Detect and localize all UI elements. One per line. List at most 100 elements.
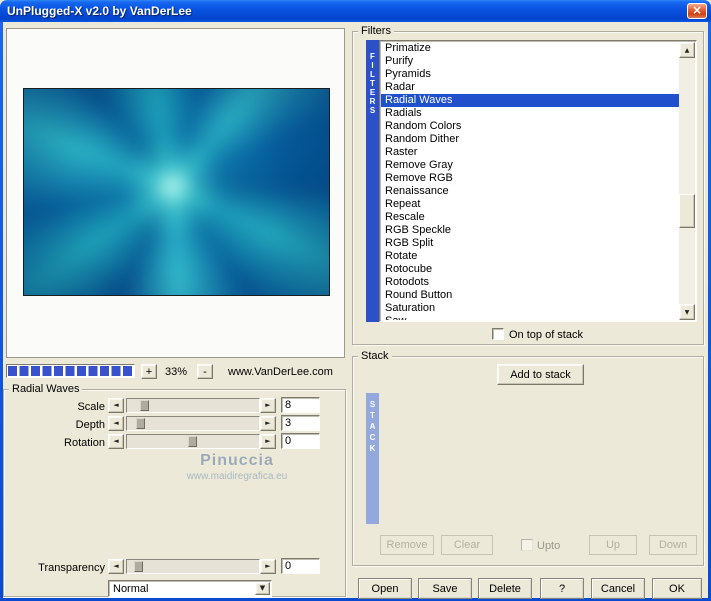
filter-list-item[interactable]: Radial Waves bbox=[381, 94, 679, 107]
close-icon: × bbox=[691, 3, 703, 17]
filter-list-item[interactable]: Rotocube bbox=[381, 263, 679, 276]
blend-mode-value: Normal bbox=[113, 583, 149, 595]
on-top-checkbox[interactable] bbox=[492, 328, 504, 340]
filter-list-item[interactable]: Random Colors bbox=[381, 120, 679, 133]
transparency-value-input[interactable] bbox=[281, 558, 320, 574]
minus-icon: - bbox=[203, 365, 207, 378]
window: UnPlugged-X v2.0 by VanDerLee × + 33% - … bbox=[0, 0, 711, 601]
filter-listbox: Primatize Purify Pyramids Radar Radial Waves… bbox=[379, 40, 697, 322]
window-title: UnPlugged-X v2.0 by VanDerLee bbox=[7, 4, 192, 18]
filter-list-item[interactable]: Raster bbox=[381, 146, 679, 159]
scale-slider-right-arrow[interactable]: ► bbox=[260, 398, 276, 413]
filter-list-item[interactable]: Renaissance bbox=[381, 185, 679, 198]
rotation-value-input[interactable] bbox=[281, 433, 320, 449]
clear-button[interactable]: Clear bbox=[441, 535, 493, 555]
preview-image[interactable] bbox=[23, 88, 330, 296]
filter-list-item[interactable]: Purify bbox=[381, 55, 679, 68]
cancel-button[interactable]: Cancel bbox=[591, 578, 645, 599]
scale-value-input[interactable] bbox=[281, 397, 320, 413]
filter-list-item[interactable]: Radials bbox=[381, 107, 679, 120]
on-top-label: On top of stack bbox=[509, 329, 583, 341]
group-radial-waves-label: Radial Waves bbox=[9, 383, 83, 395]
blend-mode-select[interactable]: Normal ▼ bbox=[108, 580, 272, 597]
filter-list-item[interactable]: Rescale bbox=[381, 211, 679, 224]
transparency-slider-left-arrow[interactable]: ◄ bbox=[108, 559, 124, 574]
rotation-slider-track[interactable] bbox=[126, 434, 260, 449]
filter-list-item[interactable]: Remove Gray bbox=[381, 159, 679, 172]
radial-waves-artwork bbox=[24, 89, 329, 295]
zoom-out-button[interactable]: - bbox=[197, 364, 213, 379]
rotation-slider-left-arrow[interactable]: ◄ bbox=[108, 434, 124, 449]
close-button[interactable]: × bbox=[687, 3, 707, 19]
transparency-slider-right-arrow[interactable]: ► bbox=[260, 559, 276, 574]
upto-checkbox[interactable] bbox=[521, 539, 533, 551]
depth-slider-track[interactable] bbox=[126, 416, 260, 431]
depth-label: Depth bbox=[75, 419, 105, 431]
left-arrow-icon: ◄ bbox=[113, 401, 119, 409]
depth-slider-right-arrow[interactable]: ► bbox=[260, 416, 276, 431]
stack-side-tab: STACK bbox=[366, 393, 379, 524]
transparency-slider-thumb[interactable] bbox=[134, 561, 143, 572]
titlebar: UnPlugged-X v2.0 by VanDerLee bbox=[0, 0, 711, 22]
scroll-down-button[interactable]: ▼ bbox=[679, 304, 695, 320]
filter-list-item[interactable]: Random Dither bbox=[381, 133, 679, 146]
zoom-level: 33% bbox=[164, 366, 188, 378]
ok-button[interactable]: OK bbox=[652, 578, 702, 599]
add-to-stack-button[interactable]: Add to stack bbox=[497, 364, 584, 385]
left-arrow-icon: ◄ bbox=[113, 437, 119, 445]
filter-list-item[interactable]: RGB Speckle bbox=[381, 224, 679, 237]
depth-slider-thumb[interactable] bbox=[136, 418, 145, 429]
depth-slider-left-arrow[interactable]: ◄ bbox=[108, 416, 124, 431]
preview-pane bbox=[6, 28, 345, 358]
render-progress-bar bbox=[6, 364, 135, 378]
filter-list-item[interactable]: Saw bbox=[381, 315, 679, 320]
up-button[interactable]: Up bbox=[589, 535, 637, 555]
vanderlee-link[interactable]: www.VanDerLee.com bbox=[228, 366, 333, 378]
filter-list-item[interactable]: Remove RGB bbox=[381, 172, 679, 185]
remove-button[interactable]: Remove bbox=[380, 535, 434, 555]
down-button[interactable]: Down bbox=[649, 535, 697, 555]
scroll-up-button[interactable]: ▲ bbox=[679, 42, 695, 58]
blend-mode-dropdown-button[interactable]: ▼ bbox=[255, 582, 270, 595]
up-arrow-icon: ▲ bbox=[684, 46, 690, 54]
depth-value-input[interactable] bbox=[281, 415, 320, 431]
open-button[interactable]: Open bbox=[358, 578, 412, 599]
zoom-in-button[interactable]: + bbox=[141, 364, 157, 379]
filter-list-scrollbar[interactable]: ▲ ▼ bbox=[679, 42, 695, 320]
scale-slider-thumb[interactable] bbox=[140, 400, 149, 411]
rotation-slider-right-arrow[interactable]: ► bbox=[260, 434, 276, 449]
right-arrow-icon: ► bbox=[265, 437, 271, 445]
filter-list-item[interactable]: Primatize bbox=[381, 42, 679, 55]
filter-list-item[interactable]: Rotate bbox=[381, 250, 679, 263]
render-progress-fill bbox=[8, 366, 133, 376]
filter-list: Primatize Purify Pyramids Radar Radial Waves… bbox=[381, 42, 679, 320]
scroll-thumb[interactable] bbox=[679, 194, 695, 228]
group-filters-label: Filters bbox=[358, 25, 394, 37]
left-arrow-icon: ◄ bbox=[113, 562, 119, 570]
down-arrow-icon: ▼ bbox=[684, 308, 690, 316]
plus-icon: + bbox=[145, 365, 153, 378]
filter-list-item[interactable]: Radar bbox=[381, 81, 679, 94]
rotation-slider-thumb[interactable] bbox=[188, 436, 197, 447]
filter-list-item[interactable]: Repeat bbox=[381, 198, 679, 211]
scale-slider-left-arrow[interactable]: ◄ bbox=[108, 398, 124, 413]
filter-list-item[interactable]: Round Button bbox=[381, 289, 679, 302]
filter-list-item[interactable]: Rotodots bbox=[381, 276, 679, 289]
upto-label: Upto bbox=[537, 540, 561, 552]
chevron-down-icon: ▼ bbox=[259, 584, 266, 592]
transparency-slider-track[interactable] bbox=[126, 559, 260, 574]
filters-side-tab: FILTERS bbox=[366, 40, 379, 322]
filter-list-item[interactable]: RGB Split bbox=[381, 237, 679, 250]
scale-slider-track[interactable] bbox=[126, 398, 260, 413]
right-arrow-icon: ► bbox=[265, 562, 271, 570]
group-stack-label: Stack bbox=[358, 350, 392, 362]
right-arrow-icon: ► bbox=[265, 401, 271, 409]
filter-list-item[interactable]: Saturation bbox=[381, 302, 679, 315]
save-button[interactable]: Save bbox=[418, 578, 472, 599]
filter-list-item[interactable]: Pyramids bbox=[381, 68, 679, 81]
transparency-label: Transparency bbox=[38, 562, 105, 574]
left-arrow-icon: ◄ bbox=[113, 419, 119, 427]
delete-button[interactable]: Delete bbox=[478, 578, 532, 599]
scale-label: Scale bbox=[77, 401, 105, 413]
help-button[interactable]: ? bbox=[540, 578, 584, 599]
